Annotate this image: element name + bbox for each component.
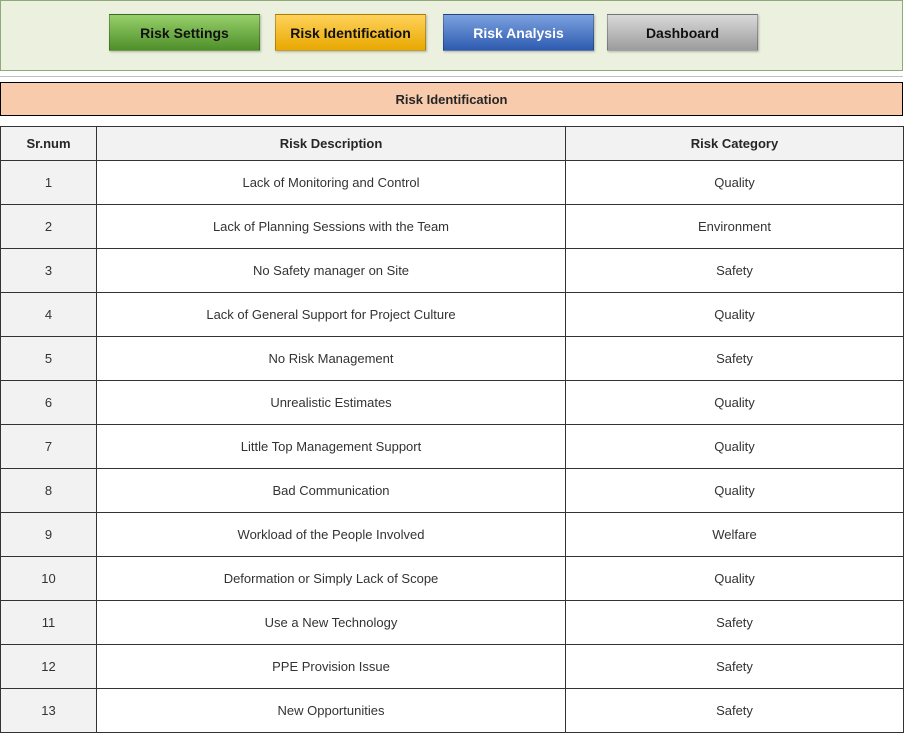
risk-description-cell[interactable]: No Safety manager on Site bbox=[96, 248, 566, 293]
table-body: 1 Lack of Monitoring and Control Quality 2 L… bbox=[0, 160, 904, 733]
risk-description-cell[interactable]: Workload of the People Involved bbox=[96, 512, 566, 557]
risk-category-cell[interactable]: Environment bbox=[565, 204, 904, 249]
column-header-risk-category: Risk Category bbox=[565, 126, 904, 161]
risk-description-cell[interactable]: No Risk Management bbox=[96, 336, 566, 381]
risk-category-cell[interactable]: Quality bbox=[565, 556, 904, 601]
sr-num-cell[interactable]: 11 bbox=[0, 600, 97, 645]
dashboard-button[interactable]: Dashboard bbox=[607, 14, 758, 51]
table-row: 13 New Opportunities Safety bbox=[0, 688, 904, 733]
table-row: 3 No Safety manager on Site Safety bbox=[0, 248, 904, 293]
risk-description-cell[interactable]: Lack of General Support for Project Cult… bbox=[96, 292, 566, 337]
sr-num-cell[interactable]: 5 bbox=[0, 336, 97, 381]
sr-num-cell[interactable]: 3 bbox=[0, 248, 97, 293]
table-row: 4 Lack of General Support for Project Cul… bbox=[0, 292, 904, 337]
table-row: 9 Workload of the People Involved Welfare bbox=[0, 512, 904, 557]
sr-num-cell[interactable]: 1 bbox=[0, 160, 97, 205]
risk-category-cell[interactable]: Safety bbox=[565, 644, 904, 689]
risk-description-cell[interactable]: Unrealistic Estimates bbox=[96, 380, 566, 425]
sr-num-cell[interactable]: 9 bbox=[0, 512, 97, 557]
risk-description-cell[interactable]: Lack of Monitoring and Control bbox=[96, 160, 566, 205]
sr-num-cell[interactable]: 10 bbox=[0, 556, 97, 601]
risk-category-cell[interactable]: Quality bbox=[565, 468, 904, 513]
sr-num-cell[interactable]: 12 bbox=[0, 644, 97, 689]
sr-num-cell[interactable]: 4 bbox=[0, 292, 97, 337]
table-row: 8 Bad Communication Quality bbox=[0, 468, 904, 513]
sr-num-cell[interactable]: 2 bbox=[0, 204, 97, 249]
table-row: 10 Deformation or Simply Lack of Scope Qua… bbox=[0, 556, 904, 601]
risk-description-cell[interactable]: PPE Provision Issue bbox=[96, 644, 566, 689]
risk-category-cell[interactable]: Welfare bbox=[565, 512, 904, 557]
risk-category-cell[interactable]: Quality bbox=[565, 160, 904, 205]
column-header-sr-num: Sr.num bbox=[0, 126, 97, 161]
risk-category-cell[interactable]: Quality bbox=[565, 380, 904, 425]
risk-analysis-button[interactable]: Risk Analysis bbox=[443, 14, 594, 51]
table-row: 7 Little Top Management Support Quality bbox=[0, 424, 904, 469]
table-row: 6 Unrealistic Estimates Quality bbox=[0, 380, 904, 425]
risk-category-cell[interactable]: Quality bbox=[565, 424, 904, 469]
table-row: 2 Lack of Planning Sessions with the Team… bbox=[0, 204, 904, 249]
sr-num-cell[interactable]: 7 bbox=[0, 424, 97, 469]
table-row: 1 Lack of Monitoring and Control Quality bbox=[0, 160, 904, 205]
risk-category-cell[interactable]: Safety bbox=[565, 688, 904, 733]
risk-settings-button[interactable]: Risk Settings bbox=[109, 14, 260, 51]
risk-description-cell[interactable]: Bad Communication bbox=[96, 468, 566, 513]
sr-num-cell[interactable]: 8 bbox=[0, 468, 97, 513]
table-header-row: Sr.num Risk Description Risk Category bbox=[0, 126, 904, 161]
sr-num-cell[interactable]: 6 bbox=[0, 380, 97, 425]
risk-description-cell[interactable]: Use a New Technology bbox=[96, 600, 566, 645]
risk-description-cell[interactable]: Little Top Management Support bbox=[96, 424, 566, 469]
risk-description-cell[interactable]: New Opportunities bbox=[96, 688, 566, 733]
risk-identification-button[interactable]: Risk Identification bbox=[275, 14, 426, 51]
table-row: 5 No Risk Management Safety bbox=[0, 336, 904, 381]
sr-num-cell[interactable]: 13 bbox=[0, 688, 97, 733]
table-row: 11 Use a New Technology Safety bbox=[0, 600, 904, 645]
navigation-bar: Risk Settings Risk Identification Risk A… bbox=[0, 0, 903, 71]
risk-category-cell[interactable]: Quality bbox=[565, 292, 904, 337]
risk-table: Sr.num Risk Description Risk Category 1L… bbox=[0, 126, 904, 733]
risk-category-cell[interactable]: Safety bbox=[565, 600, 904, 645]
divider bbox=[0, 76, 903, 77]
risk-category-cell[interactable]: Safety bbox=[565, 248, 904, 293]
risk-category-cell[interactable]: Safety bbox=[565, 336, 904, 381]
section-title: Risk Identification bbox=[0, 82, 903, 116]
table-row: 12 PPE Provision Issue Safety bbox=[0, 644, 904, 689]
column-header-risk-description: Risk Description bbox=[96, 126, 566, 161]
risk-description-cell[interactable]: Deformation or Simply Lack of Scope bbox=[96, 556, 566, 601]
risk-description-cell[interactable]: Lack of Planning Sessions with the Team bbox=[96, 204, 566, 249]
